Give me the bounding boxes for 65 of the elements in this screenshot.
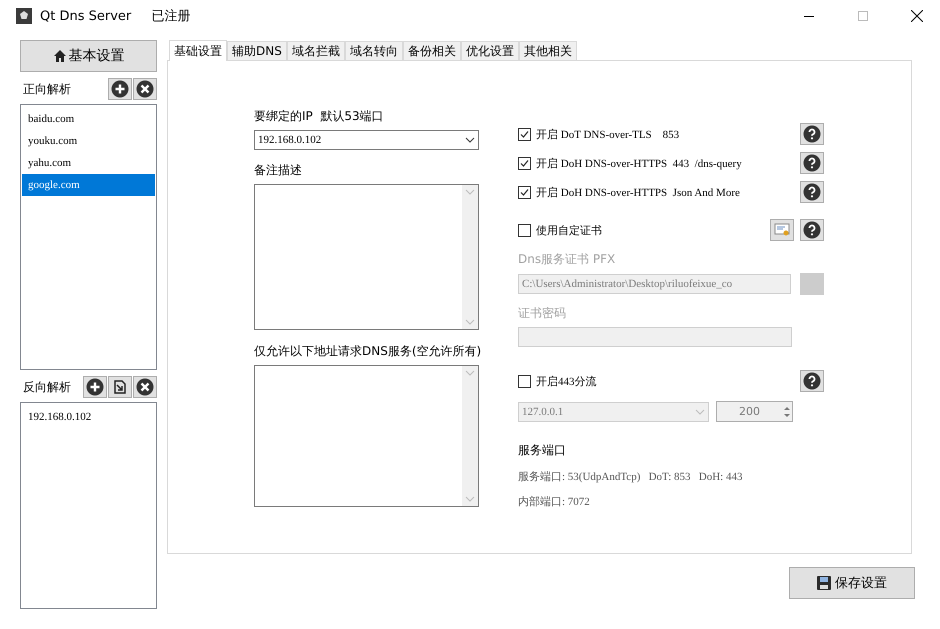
option-label: 使用自定证书 [536,224,603,238]
help-icon [803,183,821,201]
list-item[interactable]: yahu.com [22,152,155,174]
home-icon [52,49,66,63]
option-label: 开启 DoT DNS-over-TLS 853 [536,128,680,142]
document-arrow-icon [112,379,128,395]
spin-arrows-icon [782,404,792,418]
save-button[interactable]: 保存设置 [789,567,915,599]
delete-icon [136,378,154,396]
section-title: 服务端口 [518,442,567,459]
checkbox[interactable] [518,156,531,170]
port-info: 服务端口: 53(UdpAndTcp) DoT: 853 DoH: 443 [518,470,744,484]
field-label: 仅允许以下地址请求DNS服务(空允许所有) [254,343,479,360]
delete-button[interactable] [133,78,157,100]
app-icon [16,8,32,24]
field-label: 要绑定的IP 默认53端口 [254,108,385,125]
tab[interactable]: 其他相关 [518,41,577,60]
help-icon [803,125,821,143]
checkbox[interactable] [518,224,531,236]
help-icon [803,154,821,172]
help-icon [803,372,821,390]
list-item[interactable]: google.com [22,174,155,196]
section-label: 反向解析 [22,378,72,396]
field-label: Dns服务证书 PFX [518,251,616,268]
add-icon [86,378,104,396]
option-label: 开启 DoH DNS-over-HTTPS Json And More [536,186,741,200]
registration-status: 已注册 [151,8,190,25]
ip-dropdown[interactable]: 192.168.0.102 [254,130,479,150]
help-button[interactable] [800,123,824,145]
certificate-button[interactable] [770,219,794,241]
delete-icon [136,80,154,98]
allowed-addresses-field[interactable] [254,365,479,507]
checkbox[interactable] [518,128,531,140]
window-title: Qt Dns Server [40,8,132,24]
list-item[interactable]: baidu.com [22,108,155,130]
delete-button[interactable] [133,376,157,398]
certificate-icon [774,223,790,237]
close-icon [911,10,923,22]
add-button[interactable] [83,376,107,398]
help-button[interactable] [800,181,824,203]
option-label: 开启 DoH DNS-over-HTTPS 443 /dns-query [536,156,743,170]
import-button[interactable] [108,376,132,398]
tab[interactable]: 域名拦截 [286,41,345,60]
field-label: 备注描述 [254,162,303,179]
tab[interactable]: 域名转向 [344,41,403,60]
help-button[interactable] [800,219,824,241]
note-field[interactable] [254,184,479,330]
checkbox[interactable] [518,186,531,198]
help-button[interactable] [800,370,824,392]
list-item[interactable]: 192.168.0.102 [22,406,155,428]
basic-settings-button[interactable]: 基本设置 [20,40,157,72]
tab[interactable]: 优化设置 [460,41,519,60]
section-label: 正向解析 [22,80,72,98]
add-icon [111,80,129,98]
tab[interactable]: 备份相关 [402,41,461,60]
add-button[interactable] [108,78,132,100]
list-item[interactable]: youku.com [22,130,155,152]
tab[interactable]: 基础设置 [169,40,227,61]
option-label: 开启443分流 [536,374,598,388]
help-button[interactable] [800,152,824,174]
tab[interactable]: 辅助DNS [227,41,287,60]
help-icon [803,221,821,239]
field-label: 证书密码 [518,305,567,322]
maximize-icon [858,11,868,21]
port-info: 内部端口: 7072 [518,494,591,509]
